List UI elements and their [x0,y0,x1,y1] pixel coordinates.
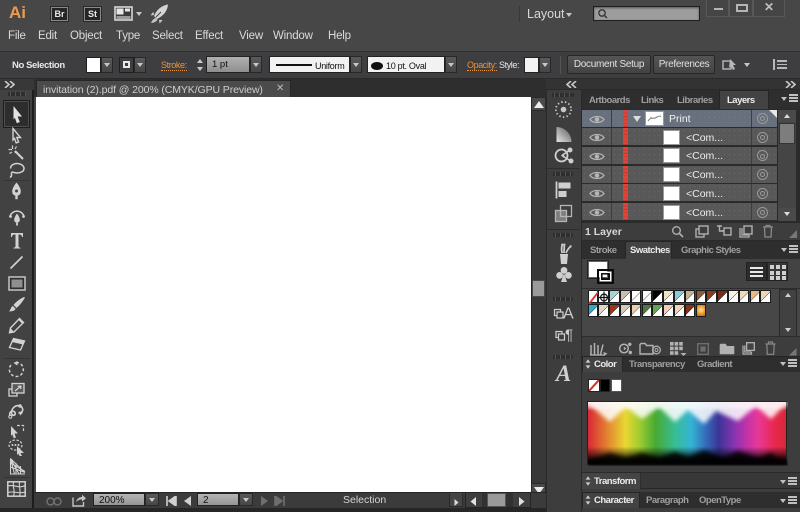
svg-text:¶: ¶ [565,327,573,343]
svg-text:A: A [563,306,574,323]
